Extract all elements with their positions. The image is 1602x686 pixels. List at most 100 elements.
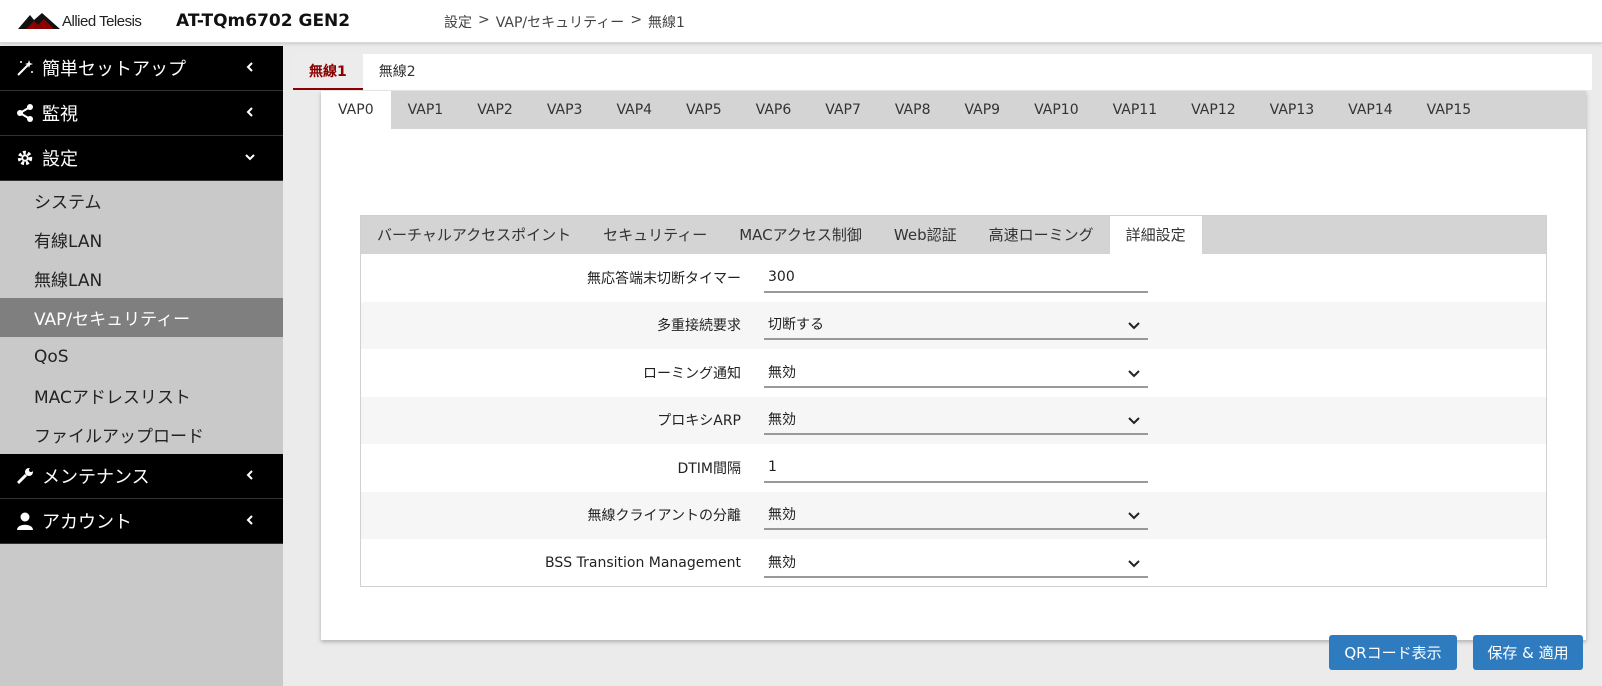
field-value: 無効 <box>768 412 796 429</box>
chevron-down-icon <box>245 154 255 161</box>
magic-wand-icon <box>14 57 36 79</box>
sidebar-section-label: 簡単セットアップ <box>42 59 186 80</box>
sidebar-section-monitor[interactable]: 監視 <box>0 91 283 136</box>
tab-vap0[interactable]: VAP0 <box>321 91 391 129</box>
tab-vap12[interactable]: VAP12 <box>1174 91 1253 129</box>
sidebar-section-quick-setup[interactable]: 簡単セットアップ <box>0 46 283 91</box>
form-row-dtim: DTIM間隔 1 <box>361 444 1546 492</box>
sidebar-section-label: 監視 <box>42 104 78 125</box>
share-icon <box>14 102 36 124</box>
sidebar-section-settings[interactable]: 設定 <box>0 136 283 181</box>
chevron-left-icon <box>246 470 253 480</box>
chevron-left-icon <box>246 62 253 72</box>
allied-telesis-logo-icon <box>18 13 60 29</box>
field-value: 300 <box>768 268 795 285</box>
tab-vap4[interactable]: VAP4 <box>599 91 669 129</box>
tab-vap14[interactable]: VAP14 <box>1331 91 1410 129</box>
breadcrumb-separator: > <box>478 12 490 28</box>
tab-vap13[interactable]: VAP13 <box>1253 91 1332 129</box>
tab-fast-roaming[interactable]: 高速ローミング <box>973 216 1110 254</box>
tab-vap1[interactable]: VAP1 <box>391 91 461 129</box>
gear-icon <box>14 147 36 169</box>
breadcrumb: 設定 > VAP/セキュリティー > 無線1 <box>444 12 685 32</box>
field-label: 多重接続要求 <box>657 318 741 335</box>
sidebar-item-mac-address-list[interactable]: MACアドレスリスト <box>0 376 283 415</box>
dtim-input[interactable]: 1 <box>764 453 1148 483</box>
wrench-icon <box>14 465 36 487</box>
advanced-settings-box: バーチャルアクセスポイント セキュリティー MACアクセス制御 Web認証 高速… <box>360 215 1547 587</box>
sidebar-section-maintenance[interactable]: メンテナンス <box>0 454 283 499</box>
tab-vap6[interactable]: VAP6 <box>739 91 809 129</box>
sidebar-section-label: 設定 <box>42 149 78 170</box>
tab-vap2[interactable]: VAP2 <box>460 91 530 129</box>
field-label: ローミング通知 <box>643 365 741 382</box>
brand-logo: Allied Telesis <box>18 10 142 32</box>
proxy-arp-select[interactable]: 無効 <box>764 405 1148 436</box>
sidebar-item-qos[interactable]: QoS <box>0 337 283 376</box>
chevron-down-icon <box>1128 560 1140 568</box>
sidebar-item-vap-security[interactable]: VAP/セキュリティー <box>0 298 283 337</box>
settings-panel: VAP0 VAP1 VAP2 VAP3 VAP4 VAP5 VAP6 VAP7 … <box>321 91 1586 640</box>
tab-vap8[interactable]: VAP8 <box>878 91 948 129</box>
field-label: プロキシARP <box>657 413 741 430</box>
save-apply-button[interactable]: 保存 & 適用 <box>1473 635 1583 670</box>
tab-radio1[interactable]: 無線1 <box>293 54 363 90</box>
breadcrumb-separator: > <box>630 12 643 28</box>
tab-vap7[interactable]: VAP7 <box>808 91 878 129</box>
bss-transition-select[interactable]: 無効 <box>764 548 1148 578</box>
device-name: AT-TQm6702 GEN2 <box>176 11 351 31</box>
field-label: DTIM間隔 <box>677 460 741 477</box>
form-row-proxy-arp: プロキシARP 無効 <box>361 396 1546 444</box>
field-label: BSS Transition Management <box>545 554 741 571</box>
top-header: Allied Telesis AT-TQm6702 GEN2 設定 > VAP/… <box>0 0 1602 43</box>
breadcrumb-radio1: 無線1 <box>648 15 685 31</box>
chevron-left-icon <box>246 107 253 117</box>
sub-tabs: バーチャルアクセスポイント セキュリティー MACアクセス制御 Web認証 高速… <box>361 216 1546 254</box>
sidebar-item-wired-lan[interactable]: 有線LAN <box>0 220 283 259</box>
tab-vap5[interactable]: VAP5 <box>669 91 739 129</box>
main-content: 無線1 無線2 VAP0 VAP1 VAP2 VAP3 VAP4 VAP5 VA… <box>283 46 1602 686</box>
tab-radio2[interactable]: 無線2 <box>363 54 432 90</box>
sidebar-item-system[interactable]: システム <box>0 181 283 220</box>
multiple-connection-select[interactable]: 切断する <box>764 310 1148 341</box>
chevron-down-icon <box>1128 370 1140 378</box>
tab-vap3[interactable]: VAP3 <box>530 91 600 129</box>
tab-vap11[interactable]: VAP11 <box>1096 91 1175 129</box>
sidebar-item-file-upload[interactable]: ファイルアップロード <box>0 415 283 454</box>
form-row-roaming-notify: ローミング通知 無効 <box>361 349 1546 397</box>
form-row-multiple-connection: 多重接続要求 切断する <box>361 301 1546 349</box>
field-value: 無効 <box>768 364 796 381</box>
sidebar-section-account[interactable]: アカウント <box>0 499 283 544</box>
field-label: 無応答端末切断タイマー <box>587 270 741 287</box>
tab-vap10[interactable]: VAP10 <box>1017 91 1096 129</box>
form-row-idle-timeout: 無応答端末切断タイマー 300 <box>361 254 1546 302</box>
radio-tabs: 無線1 無線2 <box>293 54 1592 90</box>
tab-mac-access-control[interactable]: MACアクセス制御 <box>723 216 878 254</box>
tab-web-auth[interactable]: Web認証 <box>878 216 973 254</box>
idle-timeout-input[interactable]: 300 <box>764 263 1148 293</box>
field-value: 無効 <box>768 507 796 524</box>
tab-advanced-settings[interactable]: 詳細設定 <box>1109 216 1202 254</box>
qr-code-button[interactable]: QRコード表示 <box>1329 635 1457 670</box>
roaming-notify-select[interactable]: 無効 <box>764 358 1148 388</box>
sidebar-section-label: アカウント <box>42 512 132 533</box>
field-label: 無線クライアントの分離 <box>587 508 741 525</box>
client-isolation-select[interactable]: 無効 <box>764 500 1148 531</box>
tab-virtual-ap[interactable]: バーチャルアクセスポイント <box>361 216 587 254</box>
tab-security[interactable]: セキュリティー <box>587 216 723 254</box>
breadcrumb-settings[interactable]: 設定 <box>444 12 472 32</box>
brand-name: Allied Telesis <box>62 12 142 30</box>
chevron-down-icon <box>1128 322 1140 330</box>
user-icon <box>14 510 36 532</box>
sidebar-item-wireless-lan[interactable]: 無線LAN <box>0 259 283 298</box>
chevron-down-icon <box>1128 512 1140 520</box>
sidebar: 簡単セットアップ 監視 設定 システム 有線LAN 無線LAN VAP/セキュリ… <box>0 46 283 686</box>
form-row-client-isolation: 無線クライアントの分離 無効 <box>361 491 1546 539</box>
field-value: 切断する <box>768 317 824 334</box>
breadcrumb-vap-security[interactable]: VAP/セキュリティー <box>496 12 625 32</box>
tab-vap9[interactable]: VAP9 <box>947 91 1017 129</box>
sidebar-section-label: メンテナンス <box>42 467 150 488</box>
field-value: 無効 <box>768 554 796 571</box>
field-value: 1 <box>768 458 777 475</box>
tab-vap15[interactable]: VAP15 <box>1410 91 1489 129</box>
